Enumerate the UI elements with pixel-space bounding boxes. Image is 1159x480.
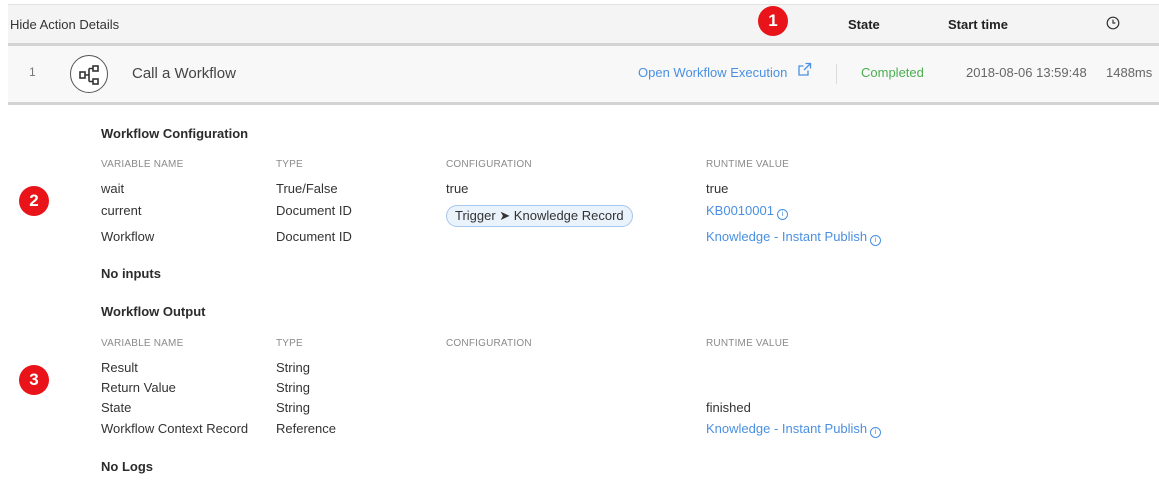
output-var-name: Result [101,360,138,375]
annotation-badge-2: 2 [19,186,49,216]
col-runtime-value: RUNTIME VALUE [706,159,789,170]
clock-icon [1106,16,1120,30]
workflow-configuration-title: Workflow Configuration [101,126,249,141]
config-var-type: Document ID [276,203,352,218]
config-var-type: True/False [276,181,338,196]
output-var-runtime: Knowledge - Instant Publish i [706,421,882,438]
no-logs-label: No Logs [101,459,153,474]
output-var-name: Return Value [101,380,176,395]
output-var-type: String [276,360,310,375]
info-icon[interactable]: i [870,235,882,246]
workflow-context-record-link[interactable]: Knowledge - Instant Publish [706,421,867,436]
workflow-icon [70,55,108,93]
config-var-runtime: Knowledge - Instant Publish i [706,229,882,246]
config-var-name: Workflow [101,229,155,244]
state-value: Completed [861,65,924,80]
config-var-name: wait [101,181,125,196]
kb-record-link[interactable]: KB0010001 [706,203,774,218]
info-icon[interactable]: i [776,209,788,220]
open-workflow-execution-link[interactable]: Open Workflow Execution [638,65,787,80]
col-configuration: CONFIGURATION [446,159,532,170]
action-details-panel: Hide Action Details State Start time 1 C… [8,0,1159,480]
hide-action-details-button[interactable]: Hide Action Details [10,17,119,32]
action-row[interactable]: 1 Call a Workflow Open Workflow Executio… [8,46,1159,102]
col-runtime-value: RUNTIME VALUE [706,338,789,349]
info-icon[interactable]: i [870,427,882,438]
action-header: Hide Action Details State Start time [8,5,1159,43]
config-var-runtime: true [706,181,729,196]
no-inputs-label: No inputs [101,266,161,281]
output-var-type: String [276,380,310,395]
row-divider [8,102,1159,105]
col-variable-name: VARIABLE NAME [101,338,184,349]
col-variable-name: VARIABLE NAME [101,159,184,170]
start-time-value: 2018-08-06 13:59:48 [966,65,1087,80]
external-link-icon[interactable] [797,62,812,80]
row-separator [836,64,837,84]
output-var-runtime: finished [706,400,751,415]
col-type: TYPE [276,338,303,349]
output-var-name: State [101,400,132,415]
action-name: Call a Workflow [132,65,236,82]
state-column-header: State [848,17,880,32]
config-var-type: Document ID [276,229,352,244]
output-var-type: String [276,400,310,415]
output-var-type: Reference [276,421,336,436]
annotation-badge-1: 1 [758,6,788,36]
config-var-runtime: KB0010001 i [706,203,788,220]
action-index: 1 [29,65,36,79]
annotation-badge-3: 3 [19,365,49,395]
data-pill-trigger-knowledge-record[interactable]: Trigger ➤ Knowledge Record [446,205,633,227]
config-var-config: true [446,181,469,196]
workflow-output-title: Workflow Output [101,304,206,319]
workflow-link[interactable]: Knowledge - Instant Publish [706,229,867,244]
config-var-name: current [101,203,142,218]
duration-value: 1488ms [1106,65,1153,80]
start-time-column-header: Start time [948,17,1008,32]
col-configuration: CONFIGURATION [446,338,532,349]
col-type: TYPE [276,159,303,170]
output-var-name: Workflow Context Record [101,421,249,436]
